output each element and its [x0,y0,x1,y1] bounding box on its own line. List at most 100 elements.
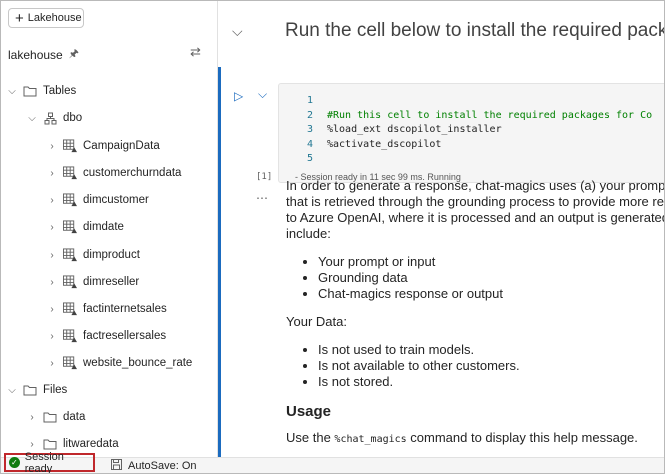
usage-heading: Usage [286,403,332,420]
code-comment: #Run this cell to install the required p… [327,109,653,121]
tree-label: CampaignData [83,140,160,152]
tree-node-table[interactable]: › dimreseller [47,273,139,291]
tree-label: dimproduct [83,249,140,261]
markdown-cell: In order to generate a response, chat-ma… [286,178,664,448]
chevron-right-icon: › [50,167,54,179]
add-lakehouse-label: Lakehouse [27,12,82,24]
pin-icon[interactable]: 🖈 [69,45,79,64]
run-cell-icon[interactable]: ▷ [234,89,243,103]
line-number: 2 [306,109,313,121]
code-line: 5 [279,152,652,167]
bullet-list: Your prompt or input Grounding data Chat… [286,254,664,302]
folder-icon [43,437,57,451]
line-number: 1 [306,95,313,106]
usage-text: command to display this help message. [406,430,638,445]
bullet-list: Is not used to train models. Is not avai… [286,342,664,390]
save-icon [111,459,122,473]
chevron-right-icon: › [50,221,54,233]
paragraph-line: that is retrieved through the grounding … [286,194,664,209]
tree-node-table[interactable]: › CampaignData [47,137,160,155]
session-label: Session ready [24,450,64,474]
table-icon [63,166,77,180]
schema-icon [43,111,57,125]
tree-label: data [63,411,86,423]
folder-icon [23,84,37,98]
tree-node-schema[interactable]: ⌵ dbo [27,109,82,127]
table-icon [63,329,77,343]
table-icon [63,139,77,153]
tree-label: dimdate [83,221,124,233]
tree-node-table[interactable]: › website_bounce_rate [47,354,192,372]
chevron-right-icon: › [50,194,54,206]
folder-icon [23,383,37,397]
code-line: 3 %load_ext dscopilot_installer [279,123,652,138]
tree-label: factinternetsales [83,303,167,315]
add-lakehouse-button[interactable]: + Lakehouse [8,8,84,28]
tree-label: dbo [63,112,83,124]
tree-label: litwaredata [63,438,119,450]
chevron-right-icon: › [50,330,54,342]
lakehouse-title: lakehouse 🖈 [8,45,79,64]
usage-text: Use the [286,430,335,445]
autosave-label: AutoSave: On [128,460,197,472]
swap-icon[interactable]: ⇄ [190,44,201,60]
chevron-right-icon: › [30,438,34,450]
status-bar: ✓ Session ready AutoSave: On [1,451,664,473]
tree-node-table[interactable]: › factinternetsales [47,300,167,318]
chevron-down-icon: ⌵ [8,384,16,396]
folder-icon [43,410,57,424]
execution-count: [1] [256,172,273,182]
table-icon [63,248,77,262]
code-text: %load_ext dscopilot_installer [327,124,502,135]
chevron-down-icon: ⌵ [8,85,16,97]
autosave-status[interactable]: AutoSave: On [111,458,197,473]
plus-icon: + [15,9,24,27]
chevron-right-icon: › [30,411,34,423]
tree-label: factresellersales [83,330,167,342]
chevron-down-icon: ⌵ [28,112,36,124]
inline-code: %chat_magics [334,434,407,445]
line-number: 4 [306,138,313,150]
table-icon [63,220,77,234]
list-item: Is not available to other customers. [318,358,664,374]
tree-label: Files [43,384,68,396]
tree-node-table[interactable]: › dimproduct [47,246,140,264]
tree-node-table[interactable]: › dimcustomer [47,191,149,209]
chevron-right-icon: › [50,303,54,315]
chevron-down-icon[interactable]: ⌵ [258,87,267,102]
list-item: Chat-magics response or output [318,286,664,302]
session-status[interactable]: ✓ Session ready [4,450,95,474]
markdown-heading: Run the cell below to install the requir… [285,20,664,41]
chevron-right-icon: › [50,357,54,369]
notebook-canvas: ⌵ Run the cell below to install the requ… [218,1,664,457]
code-line: 1 [279,94,652,109]
more-options-icon[interactable]: ⋯ [256,191,269,205]
paragraph-line: In order to generate a response, chat-ma… [286,178,664,193]
table-icon [63,193,77,207]
tree-node-files[interactable]: ⌵ Files [7,381,67,399]
code-line: 4 %activate_dscopilot [279,138,652,153]
code-cell[interactable]: 1 2 #Run this cell to install the require… [278,83,664,183]
list-item: Is not stored. [318,374,664,390]
active-cell-indicator [218,67,221,457]
chevron-down-icon[interactable]: ⌵ [232,23,243,40]
code-line: 2 #Run this cell to install the required … [279,109,652,124]
lakehouse-name: lakehouse [8,47,63,62]
app-window: + Lakehouse lakehouse 🖈 ⇄ ⌵ Tables ⌵ dbo… [0,0,665,474]
tree-node-table[interactable]: › factresellersales [47,327,166,345]
check-circle-icon: ✓ [9,457,20,468]
tree-node-table[interactable]: › customerchurndata [47,164,181,182]
code-editor[interactable]: 1 2 #Run this cell to install the require… [279,94,652,167]
lakehouse-explorer: + Lakehouse lakehouse 🖈 ⇄ ⌵ Tables ⌵ dbo… [1,1,218,457]
tree-node-folder-data[interactable]: › data [27,408,85,426]
tree-label: dimreseller [83,276,140,288]
table-icon [63,275,77,289]
tree-label: customerchurndata [83,167,182,179]
chevron-right-icon: › [50,249,54,261]
tree-label: website_bounce_rate [83,357,193,369]
tree-label: dimcustomer [83,194,149,206]
tree-node-table[interactable]: › dimdate [47,218,124,236]
tree-label: Tables [43,85,77,97]
tree-node-tables[interactable]: ⌵ Tables [7,82,76,100]
usage-paragraph: Use the %chat_magics command to display … [286,430,664,448]
